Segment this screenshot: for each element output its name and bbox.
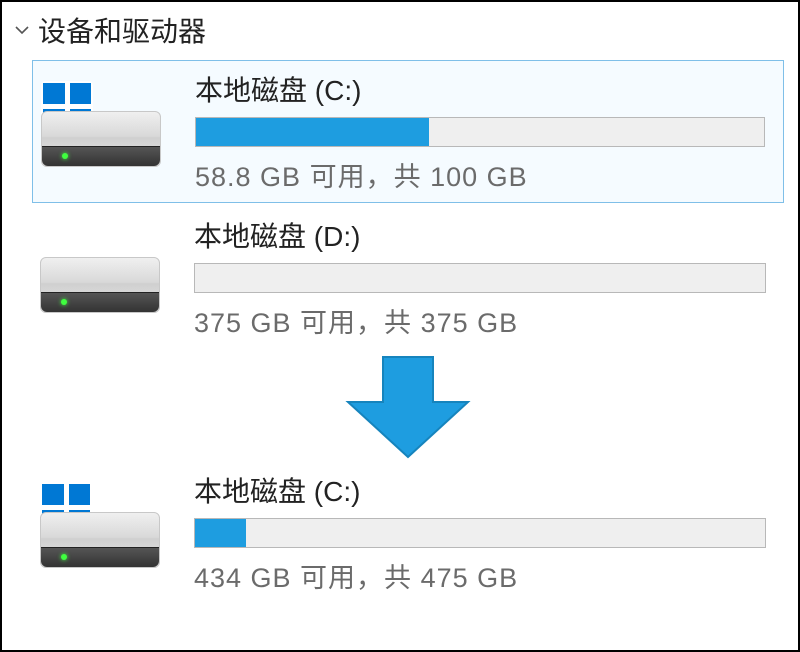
drive-name: 本地磁盘 (C:)	[194, 470, 766, 510]
drive-name: 本地磁盘 (D:)	[194, 215, 766, 255]
drive-info: 本地磁盘 (C:) 434 GB 可用，共 475 GB	[194, 470, 776, 595]
drive-list: 本地磁盘 (C:) 58.8 GB 可用，共 100 GB 本地磁盘 (D:) …	[2, 54, 798, 603]
usage-bar	[194, 263, 766, 293]
arrow-down-icon	[32, 352, 784, 462]
drive-icon	[40, 228, 170, 328]
drive-icon	[41, 82, 171, 182]
drive-icon	[40, 483, 170, 583]
drive-info: 本地磁盘 (C:) 58.8 GB 可用，共 100 GB	[195, 69, 775, 194]
drive-info: 本地磁盘 (D:) 375 GB 可用，共 375 GB	[194, 215, 776, 340]
section-header[interactable]: 设备和驱动器	[2, 2, 798, 54]
drive-item[interactable]: 本地磁盘 (C:) 58.8 GB 可用，共 100 GB	[32, 60, 784, 203]
section-title: 设备和驱动器	[38, 10, 206, 50]
drive-name: 本地磁盘 (C:)	[195, 69, 765, 109]
usage-bar-fill	[195, 519, 246, 547]
usage-bar-fill	[196, 118, 429, 146]
chevron-down-icon	[14, 22, 30, 38]
usage-bar	[194, 518, 766, 548]
drive-item[interactable]: 本地磁盘 (C:) 434 GB 可用，共 475 GB	[32, 462, 784, 603]
drive-status: 375 GB 可用，共 375 GB	[194, 301, 766, 340]
drive-item[interactable]: 本地磁盘 (D:) 375 GB 可用，共 375 GB	[32, 207, 784, 348]
usage-bar	[195, 117, 765, 147]
drive-status: 434 GB 可用，共 475 GB	[194, 556, 766, 595]
drive-status: 58.8 GB 可用，共 100 GB	[195, 155, 765, 194]
